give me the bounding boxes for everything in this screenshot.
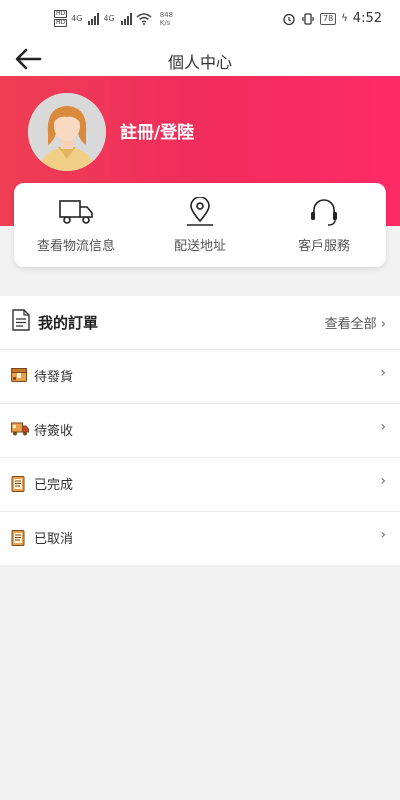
- order-row-completed[interactable]: 已完成 ›: [0, 458, 400, 512]
- net-type-1: 4G: [71, 14, 83, 23]
- battery-icon: 78: [320, 12, 337, 25]
- chevron-right-icon: ›: [380, 527, 386, 543]
- signal-icon: [88, 12, 100, 25]
- hd-bottom: HD: [54, 19, 68, 27]
- hd-indicator: HD HD: [54, 10, 68, 27]
- orders-section: 我的訂單 查看全部 › 待發貨 › 待簽收 › 已完成 › 已取消 ›: [0, 296, 400, 565]
- status-bar: HD HD 4G 4G 848 K/s 78 ϟ 4:52: [0, 0, 400, 40]
- address-label: 配送地址: [173, 239, 226, 254]
- customer-service-label: 客戶服務: [297, 239, 350, 254]
- chevron-right-icon: ›: [380, 365, 386, 381]
- order-row-pending-receipt[interactable]: 待簽收 ›: [0, 404, 400, 458]
- package-icon: [11, 368, 27, 382]
- chevron-right-icon: ›: [380, 419, 386, 435]
- address-button[interactable]: 配送地址: [138, 183, 262, 267]
- charging-icon: ϟ: [341, 13, 348, 24]
- order-row-pending-shipment[interactable]: 待發貨 ›: [0, 350, 400, 404]
- alarm-icon: [283, 13, 295, 25]
- document-icon: [12, 309, 30, 331]
- receipt-icon: [11, 530, 25, 546]
- truck-icon: [59, 200, 93, 224]
- customer-service-button[interactable]: 客戶服務: [262, 183, 386, 267]
- status-left: HD HD 4G 4G 848 K/s: [54, 10, 173, 27]
- orders-title: 我的訂單: [38, 314, 99, 332]
- order-row-label: 待簽收: [34, 424, 74, 439]
- status-right: 78 ϟ 4:52: [282, 11, 382, 26]
- order-row-cancelled[interactable]: 已取消 ›: [0, 512, 400, 565]
- delivery-truck-icon: [11, 422, 29, 436]
- speed-unit: K/s: [159, 18, 171, 27]
- app-header: 個人中心: [0, 40, 400, 78]
- signal-icon-2: [120, 12, 132, 25]
- quick-actions-card: 查看物流信息 配送地址 客戶服務: [14, 183, 386, 267]
- order-row-label: 已取消: [34, 532, 74, 547]
- view-all-orders-link[interactable]: 查看全部 ›: [325, 313, 386, 332]
- clock: 4:52: [352, 11, 382, 26]
- chevron-right-icon: ›: [380, 473, 386, 489]
- user-avatar-icon: [28, 93, 106, 171]
- receipt-icon: [11, 476, 25, 492]
- wifi-icon: [136, 12, 152, 25]
- login-register-link[interactable]: 註冊/登陸: [120, 118, 194, 143]
- page-title: 個人中心: [167, 53, 232, 72]
- order-row-label: 已完成: [34, 478, 74, 493]
- orders-header: 我的訂單 查看全部 ›: [0, 296, 400, 350]
- net-type-2: 4G: [103, 14, 115, 23]
- location-pin-icon: [187, 197, 213, 226]
- logistics-button[interactable]: 查看物流信息: [14, 183, 138, 267]
- headset-icon: [311, 199, 337, 226]
- logistics-label: 查看物流信息: [36, 239, 115, 254]
- net-speed: 848 K/s: [160, 11, 173, 27]
- speed-value: 848: [159, 10, 174, 19]
- hd-top: HD: [54, 10, 68, 18]
- avatar[interactable]: [28, 93, 106, 171]
- order-row-label: 待發貨: [34, 370, 74, 385]
- vibrate-icon: [302, 12, 314, 25]
